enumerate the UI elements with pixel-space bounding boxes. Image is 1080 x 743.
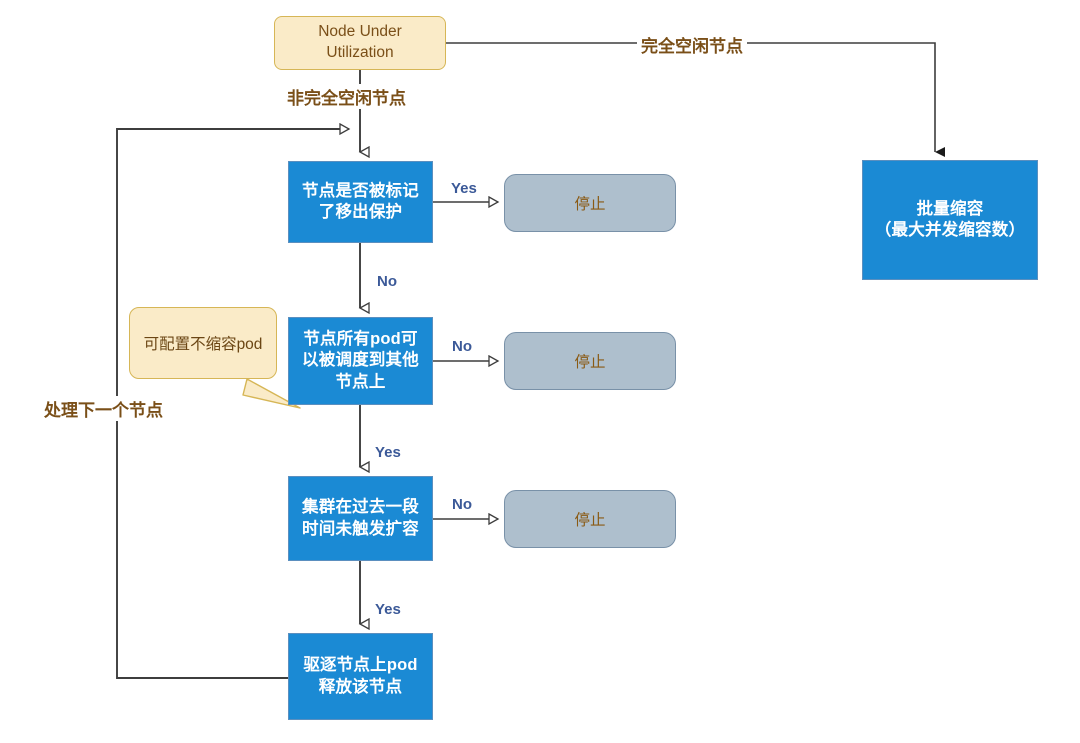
edge-label-next-node: 处理下一个节点 — [40, 396, 167, 421]
node-decision-taint[interactable]: 节点是否被标记 了移出保护 — [288, 161, 433, 243]
node-decision-pods[interactable]: 节点所有pod可 以被调度到其他 节点上 — [288, 317, 433, 405]
node-stop-scaleup[interactable]: 停止 — [504, 490, 676, 548]
edge-label-idle-partial: 非完全空闲节点 — [283, 84, 410, 109]
callout-label: 可配置不缩容pod — [143, 336, 263, 353]
node-batch-scaledown[interactable]: 批量缩容 （最大并发缩容数） — [862, 160, 1038, 280]
edge-label-pods-yes: Yes — [375, 444, 401, 461]
edge-label-scaleup-no: No — [452, 496, 472, 513]
flowchart-canvas: Node Under Utilization 节点是否被标记 了移出保护 节点所… — [0, 0, 1080, 743]
node-stop-taint[interactable]: 停止 — [504, 174, 676, 232]
edge-start-to-batch — [446, 42, 945, 157]
node-decision-scaleup-label: 集群在过去一段 时间未触发扩容 — [302, 498, 419, 538]
node-stop-pods[interactable]: 停止 — [504, 332, 676, 390]
edge-label-idle-full: 完全空闲节点 — [637, 32, 747, 57]
node-stop-pods-label: 停止 — [574, 354, 606, 371]
edge-label-scaleup-yes: Yes — [375, 601, 401, 618]
callout-configurable-no-scaledown-pod[interactable]: 可配置不缩容pod — [129, 307, 277, 379]
node-evict-pods-label: 驱逐节点上pod 释放该节点 — [303, 656, 418, 696]
edge-label-pods-no: No — [452, 338, 472, 355]
node-stop-taint-label: 停止 — [574, 196, 606, 213]
node-decision-scaleup[interactable]: 集群在过去一段 时间未触发扩容 — [288, 476, 433, 561]
edge-label-taint-yes: Yes — [451, 180, 477, 197]
node-stop-scaleup-label: 停止 — [574, 512, 606, 529]
node-decision-taint-label: 节点是否被标记 了移出保护 — [302, 181, 419, 221]
node-evict-pods[interactable]: 驱逐节点上pod 释放该节点 — [288, 633, 433, 720]
node-start-label: Node Under Utilization — [318, 23, 402, 61]
node-start-under-utilization[interactable]: Node Under Utilization — [274, 16, 446, 70]
edge-label-taint-no: No — [377, 273, 397, 290]
node-decision-pods-label: 节点所有pod可 以被调度到其他 节点上 — [302, 330, 419, 391]
node-batch-scaledown-label: 批量缩容 （最大并发缩容数） — [874, 199, 1026, 239]
